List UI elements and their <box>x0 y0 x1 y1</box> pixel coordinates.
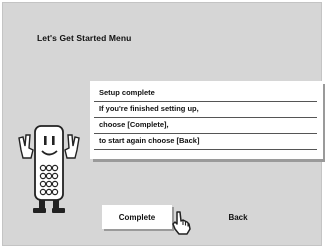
message-line-1: Setup complete <box>99 88 155 97</box>
hand-pointer-icon <box>172 211 191 235</box>
message-line-4: to start again choose [Back] <box>99 136 200 145</box>
message-line-2: If you're finished setting up, <box>99 104 199 113</box>
message-box: Setup complete If you're finished settin… <box>90 81 323 159</box>
setup-panel: Let's Get Started Menu Setup complete If… <box>2 2 323 246</box>
message-line-3: choose [Complete], <box>99 120 169 129</box>
complete-button[interactable]: Complete <box>102 205 172 229</box>
menu-title: Let's Get Started Menu <box>37 33 132 43</box>
remote-control-mascot-icon <box>18 125 80 213</box>
divider <box>94 149 317 150</box>
divider <box>94 101 317 102</box>
back-button[interactable]: Back <box>208 205 268 229</box>
divider <box>94 133 317 134</box>
divider <box>94 117 317 118</box>
